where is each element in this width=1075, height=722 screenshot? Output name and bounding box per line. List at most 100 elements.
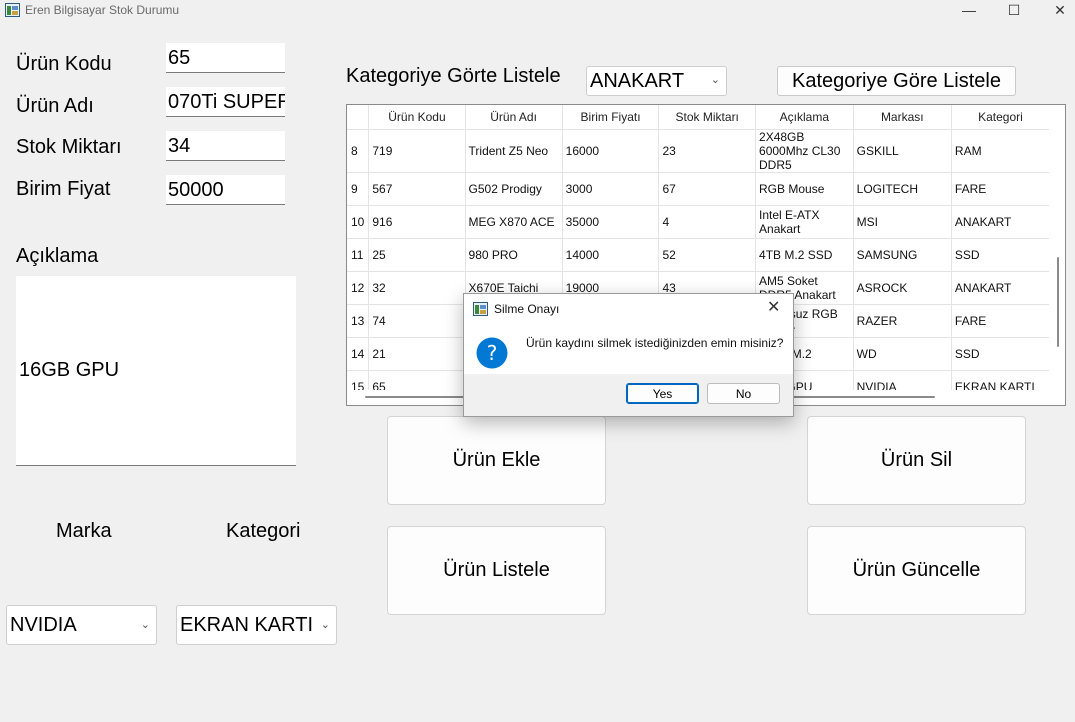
app-icon xyxy=(473,302,488,316)
urun-listele-button[interactable]: Ürün Listele xyxy=(387,526,606,615)
maximize-button[interactable]: ☐ xyxy=(992,0,1036,22)
cell-stok[interactable]: 4 xyxy=(658,205,757,239)
aciklama-textarea[interactable]: 16GB GPU xyxy=(16,276,296,466)
cell-kod[interactable]: 567 xyxy=(368,172,466,206)
marka-select[interactable]: NVIDIA ⌄ xyxy=(6,605,157,645)
chevron-down-icon: ⌄ xyxy=(320,619,330,631)
cell-marka[interactable]: MSI xyxy=(853,205,952,239)
cell-kategori[interactable]: FARE xyxy=(951,304,1050,338)
app-icon xyxy=(5,3,20,17)
row-number: 12 xyxy=(347,271,370,305)
yes-button[interactable]: Yes xyxy=(626,383,699,404)
urun-kodu-input[interactable]: 65 xyxy=(166,43,285,73)
table-header-row: Ürün Kodu Ürün Adı Birim Fiyatı Stok Mik… xyxy=(347,105,1050,130)
cell-stok[interactable]: 67 xyxy=(658,172,757,206)
cell-aciklama[interactable]: 2X48GB 6000Mhz CL30 DDR5 xyxy=(755,129,854,173)
kategori-label: Kategori xyxy=(226,520,301,542)
column-header[interactable]: Açıklama xyxy=(755,105,854,130)
minimize-button[interactable]: — xyxy=(947,0,991,22)
cell-stok[interactable]: 52 xyxy=(658,238,757,272)
cell-kod[interactable]: 21 xyxy=(368,337,466,371)
cell-kategori[interactable]: RAM xyxy=(951,129,1050,173)
cell-ad[interactable]: G502 Prodigy xyxy=(465,172,563,206)
cell-aciklama[interactable]: Intel E-ATX Anakart xyxy=(755,205,854,239)
cell-marka[interactable]: GSKILL xyxy=(853,129,952,173)
cell-kod[interactable]: 65 xyxy=(368,370,466,390)
row-header-corner xyxy=(347,105,370,130)
table-row[interactable]: 10 916 MEG X870 ACE 35000 4 Intel E-ATX Anaka… xyxy=(347,205,1050,239)
cell-ad[interactable]: 980 PRO xyxy=(465,238,563,272)
vertical-scroll-thumb[interactable] xyxy=(1057,257,1059,347)
no-button[interactable]: No xyxy=(707,383,780,404)
cell-kategori[interactable]: SSD xyxy=(951,337,1050,371)
chevron-down-icon: ⌄ xyxy=(710,74,720,86)
filter-category-select[interactable]: ANAKART ⌄ xyxy=(586,66,727,96)
delete-confirmation-dialog: Silme Onayı ✕ ? Ürün kaydını silmek iste… xyxy=(463,293,794,417)
cell-kod[interactable]: 916 xyxy=(368,205,466,239)
column-header[interactable]: Markası xyxy=(853,105,952,130)
cell-marka[interactable]: NVIDIA xyxy=(853,370,952,390)
dialog-footer: Yes No xyxy=(464,374,793,416)
column-header[interactable]: Birim Fiyatı xyxy=(562,105,660,130)
cell-ad[interactable]: MEG X870 ACE xyxy=(465,205,563,239)
cell-marka[interactable]: RAZER xyxy=(853,304,952,338)
cell-kod[interactable]: 74 xyxy=(368,304,466,338)
dialog-message: Ürün kaydını silmek istediğinizden emin … xyxy=(526,336,784,350)
urun-adi-input[interactable]: 070Ti SUPER xyxy=(166,87,285,117)
cell-fiyat[interactable]: 16000 xyxy=(562,129,660,173)
column-header[interactable]: Ürün Adı xyxy=(465,105,563,130)
cell-kod[interactable]: 25 xyxy=(368,238,466,272)
dialog-close-button[interactable]: ✕ xyxy=(767,297,780,317)
chevron-down-icon: ⌄ xyxy=(140,619,150,631)
birim-fiyat-label: Birim Fiyat xyxy=(16,178,111,200)
list-by-category-button[interactable]: Kategoriye Göre Listele xyxy=(777,66,1016,96)
urun-kodu-label: Ürün Kodu xyxy=(16,53,112,75)
cell-kod[interactable]: 719 xyxy=(368,129,466,173)
cell-kategori[interactable]: ANAKART xyxy=(951,271,1050,305)
urun-sil-button[interactable]: Ürün Sil xyxy=(807,416,1026,505)
close-button[interactable]: ✕ xyxy=(1038,0,1075,22)
cell-marka[interactable]: WD xyxy=(853,337,952,371)
stok-miktari-label: Stok Miktarı xyxy=(16,136,122,158)
birim-fiyat-input[interactable]: 50000 xyxy=(166,175,285,205)
cell-fiyat[interactable]: 14000 xyxy=(562,238,660,272)
table-row[interactable]: 9 567 G502 Prodigy 3000 67 RGB Mouse LOGITECH F… xyxy=(347,172,1050,206)
cell-marka[interactable]: SAMSUNG xyxy=(853,238,952,272)
urun-adi-label: Ürün Adı xyxy=(16,95,94,117)
kategori-select-value: EKRAN KARTI xyxy=(180,614,313,636)
row-number: 15 xyxy=(347,370,370,390)
kategori-select[interactable]: EKRAN KARTI ⌄ xyxy=(176,605,337,645)
cell-fiyat[interactable]: 35000 xyxy=(562,205,660,239)
cell-ad[interactable]: Trident Z5 Neo xyxy=(465,129,563,173)
question-icon-glyph: ? xyxy=(487,341,498,365)
cell-kategori[interactable]: ANAKART xyxy=(951,205,1050,239)
question-icon: ? xyxy=(476,337,508,369)
table-row[interactable]: 11 25 980 PRO 14000 52 4TB M.2 SSD SAMSUNG SSD xyxy=(347,238,1050,272)
column-header[interactable]: Ürün Kodu xyxy=(368,105,466,130)
cell-marka[interactable]: LOGITECH xyxy=(853,172,952,206)
cell-aciklama[interactable]: 4TB M.2 SSD xyxy=(755,238,854,272)
urun-ekle-button[interactable]: Ürün Ekle xyxy=(387,416,606,505)
vertical-scrollbar[interactable] xyxy=(1049,105,1065,390)
row-number: 14 xyxy=(347,337,370,371)
window-title: Eren Bilgisayar Stok Durumu xyxy=(25,3,180,17)
row-number: 8 xyxy=(347,129,370,173)
column-header[interactable]: Kategori xyxy=(951,105,1050,130)
cell-kategori[interactable]: FARE xyxy=(951,172,1050,206)
cell-kategori[interactable]: EKRAN KARTI xyxy=(951,370,1050,390)
cell-kod[interactable]: 32 xyxy=(368,271,466,305)
dialog-title: Silme Onayı xyxy=(494,302,560,316)
row-number: 9 xyxy=(347,172,370,206)
column-header[interactable]: Stok Miktarı xyxy=(658,105,757,130)
cell-kategori[interactable]: SSD xyxy=(951,238,1050,272)
row-number: 13 xyxy=(347,304,370,338)
cell-stok[interactable]: 23 xyxy=(658,129,757,173)
marka-select-value: NVIDIA xyxy=(10,614,77,636)
table-row[interactable]: 8 719 Trident Z5 Neo 16000 23 2X48GB 6000Mhz … xyxy=(347,129,1050,173)
cell-marka[interactable]: ASROCK xyxy=(853,271,952,305)
cell-aciklama[interactable]: RGB Mouse xyxy=(755,172,854,206)
row-number: 10 xyxy=(347,205,370,239)
cell-fiyat[interactable]: 3000 xyxy=(562,172,660,206)
stok-miktari-input[interactable]: 34 xyxy=(166,131,285,161)
urun-guncelle-button[interactable]: Ürün Güncelle xyxy=(807,526,1026,615)
